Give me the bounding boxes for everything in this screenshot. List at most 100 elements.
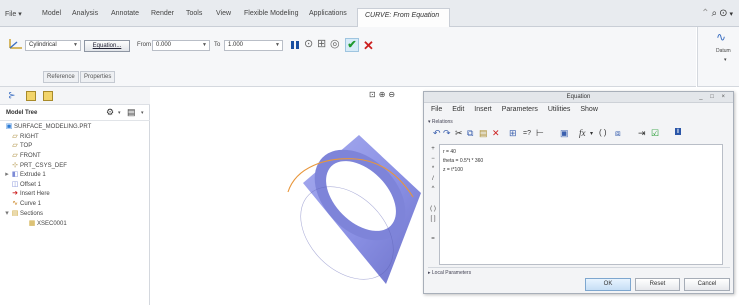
sort-icon[interactable]: ▣ <box>560 128 569 139</box>
chevron-down-icon[interactable]: ▾ <box>590 130 593 137</box>
tab-analysis[interactable]: Analysis <box>72 10 98 17</box>
plus-icon[interactable]: + <box>428 144 438 154</box>
tree-item-csys[interactable]: ⊹ PRT_CSYS_DEF <box>11 161 67 170</box>
menu-edit[interactable]: Edit <box>452 106 464 113</box>
menu-utilities[interactable]: Utilities <box>548 106 571 113</box>
folder-browser-icon[interactable] <box>26 91 36 101</box>
model-tree-tab-icon[interactable]: ⊱ <box>8 90 16 101</box>
menu-file[interactable]: File <box>431 106 442 113</box>
relations-header[interactable]: ▾ Relations <box>428 119 453 125</box>
preview-icon[interactable]: ⊙ <box>304 39 313 50</box>
coordinate-type-value: Cylindrical <box>29 42 57 48</box>
brackets-icon[interactable]: ( ) <box>599 128 607 137</box>
check-box-icon[interactable]: ☑ <box>651 128 659 139</box>
to-value-field[interactable]: 1.000 ▼ <box>224 40 283 51</box>
tree-item-insert-here[interactable]: ➜ Insert Here <box>11 189 50 198</box>
power-icon[interactable]: ^ <box>428 184 438 194</box>
chevron-down-icon[interactable]: ▾ <box>141 110 144 116</box>
datum-dropdown-icon[interactable]: ▾ <box>724 57 727 63</box>
tree-columns-icon[interactable]: ▤ <box>127 107 136 118</box>
favorites-icon[interactable] <box>43 91 53 101</box>
tab-render[interactable]: Render <box>151 10 174 17</box>
tree-item-sections[interactable]: ▾ ▤ Sections <box>4 209 43 218</box>
file-menu[interactable]: File ▾ <box>5 10 22 18</box>
tree-item-front[interactable]: ▱ FRONT <box>11 151 40 160</box>
minus-icon[interactable]: − <box>428 154 438 164</box>
paste-icon[interactable]: ▤ <box>479 128 488 139</box>
offset-icon: ◫ <box>11 181 19 188</box>
undo-icon[interactable]: ↶ <box>433 128 441 139</box>
help-icon[interactable]: ⊙ <box>719 8 729 19</box>
tree-settings-icon[interactable]: ⚙ <box>106 107 114 118</box>
tree-item-curve[interactable]: ∿ Curve 1 <box>11 199 41 208</box>
tab-model[interactable]: Model <box>42 10 61 17</box>
tree-item-xsec[interactable]: ▦ XSEC0001 <box>28 219 67 228</box>
to-value: 1.000 <box>228 42 244 48</box>
tab-view[interactable]: View <box>216 10 231 17</box>
parentheses-icon[interactable]: ( ) <box>428 204 438 214</box>
tab-applications[interactable]: Applications <box>309 10 347 17</box>
local-parameters-section[interactable]: ▸ Local Parameters <box>428 267 730 277</box>
tree-item-label: XSEC0001 <box>37 221 67 227</box>
tab-curve-from-equation[interactable]: CURVE: From Equation <box>357 8 451 27</box>
up-arrow-icon[interactable]: ⌃ <box>701 8 711 19</box>
collapse-arrow-icon[interactable]: ▾ <box>4 209 10 218</box>
from-label: From <box>137 42 151 48</box>
ok-button[interactable]: OK <box>585 278 631 291</box>
search-icon[interactable]: ⌕ <box>711 8 719 19</box>
coordinate-type-select[interactable]: Cylindrical ▼ <box>25 40 81 51</box>
chevron-down-icon[interactable]: ▾ <box>118 110 121 116</box>
info-icon[interactable]: i <box>675 128 681 135</box>
tab-tools[interactable]: Tools <box>186 10 202 17</box>
insert-arrow-icon: ➜ <box>12 190 18 197</box>
tree-item-label: Insert Here <box>20 191 50 197</box>
redo-icon[interactable]: ↷ <box>443 128 451 139</box>
evaluate-icon[interactable]: =? <box>523 130 531 137</box>
from-value-field[interactable]: 0.000 ▼ <box>152 40 210 51</box>
equation-editor[interactable]: r = 40 theta = 0.5*t * 360 z = t*100 <box>439 144 723 265</box>
tree-item-extrude[interactable]: ▸ ◧ Extrude 1 <box>4 170 45 179</box>
datum-curve-icon[interactable]: ∿ <box>716 30 726 44</box>
divide-icon[interactable]: / <box>428 174 438 184</box>
equation-line: r = 40 <box>443 149 456 155</box>
tab-reference[interactable]: Reference <box>43 71 79 83</box>
datum-plane-icon: ▱ <box>12 133 18 140</box>
section-icon: ▦ <box>28 220 36 227</box>
menu-parameters[interactable]: Parameters <box>502 106 538 113</box>
pause-icon[interactable] <box>291 40 299 50</box>
chevron-down-icon[interactable]: ▾ <box>729 11 735 18</box>
import-icon[interactable]: ⇥ <box>638 128 646 139</box>
units-icon[interactable]: ⊢ <box>536 128 544 139</box>
to-label: To <box>214 42 221 48</box>
menu-show[interactable]: Show <box>580 106 598 113</box>
multiply-icon[interactable]: * <box>428 164 438 174</box>
insert-parameter-icon[interactable]: ⊞ <box>509 128 517 139</box>
reset-button[interactable]: Reset <box>635 278 680 291</box>
cancel-x-button[interactable]: ✕ <box>363 38 374 54</box>
tree-item-offset[interactable]: ◫ Offset 1 <box>11 180 41 189</box>
accept-checkmark-button[interactable]: ✔ <box>345 38 359 52</box>
tree-item-top[interactable]: ▱ TOP <box>11 141 32 150</box>
brackets-icon[interactable]: [ ] <box>428 214 438 224</box>
menu-insert[interactable]: Insert <box>474 106 492 113</box>
delete-icon[interactable]: ✕ <box>492 128 500 139</box>
tree-item-part[interactable]: ▣ SURFACE_MODELING.PRT <box>5 122 92 131</box>
cut-icon[interactable]: ✂ <box>455 128 463 139</box>
chevron-down-icon: ▼ <box>275 42 280 48</box>
verify-icon[interactable]: ⊞ <box>317 39 326 50</box>
expand-arrow-icon[interactable]: ▸ <box>4 170 10 179</box>
title-bar-icons: ⌃⌕⊙▾ <box>701 8 735 19</box>
window-buttons[interactable]: _ □ × <box>699 92 728 103</box>
glasses-preview-icon[interactable]: ◎ <box>330 39 340 50</box>
tree-item-right[interactable]: ▱ RIGHT <box>11 132 38 141</box>
tab-flexible-modeling[interactable]: Flexible Modeling <box>244 10 298 17</box>
tab-properties[interactable]: Properties <box>80 71 116 83</box>
cancel-button[interactable]: Cancel <box>684 278 730 291</box>
tab-annotate[interactable]: Annotate <box>111 10 139 17</box>
verify-relations-icon[interactable]: ⧈ <box>615 128 621 139</box>
datum-label[interactable]: Datum <box>716 48 731 54</box>
equation-button[interactable]: Equation... <box>84 40 130 52</box>
equals-icon[interactable]: = <box>428 234 438 244</box>
copy-icon[interactable]: ⧉ <box>467 128 473 139</box>
function-icon[interactable]: fx <box>579 128 586 138</box>
